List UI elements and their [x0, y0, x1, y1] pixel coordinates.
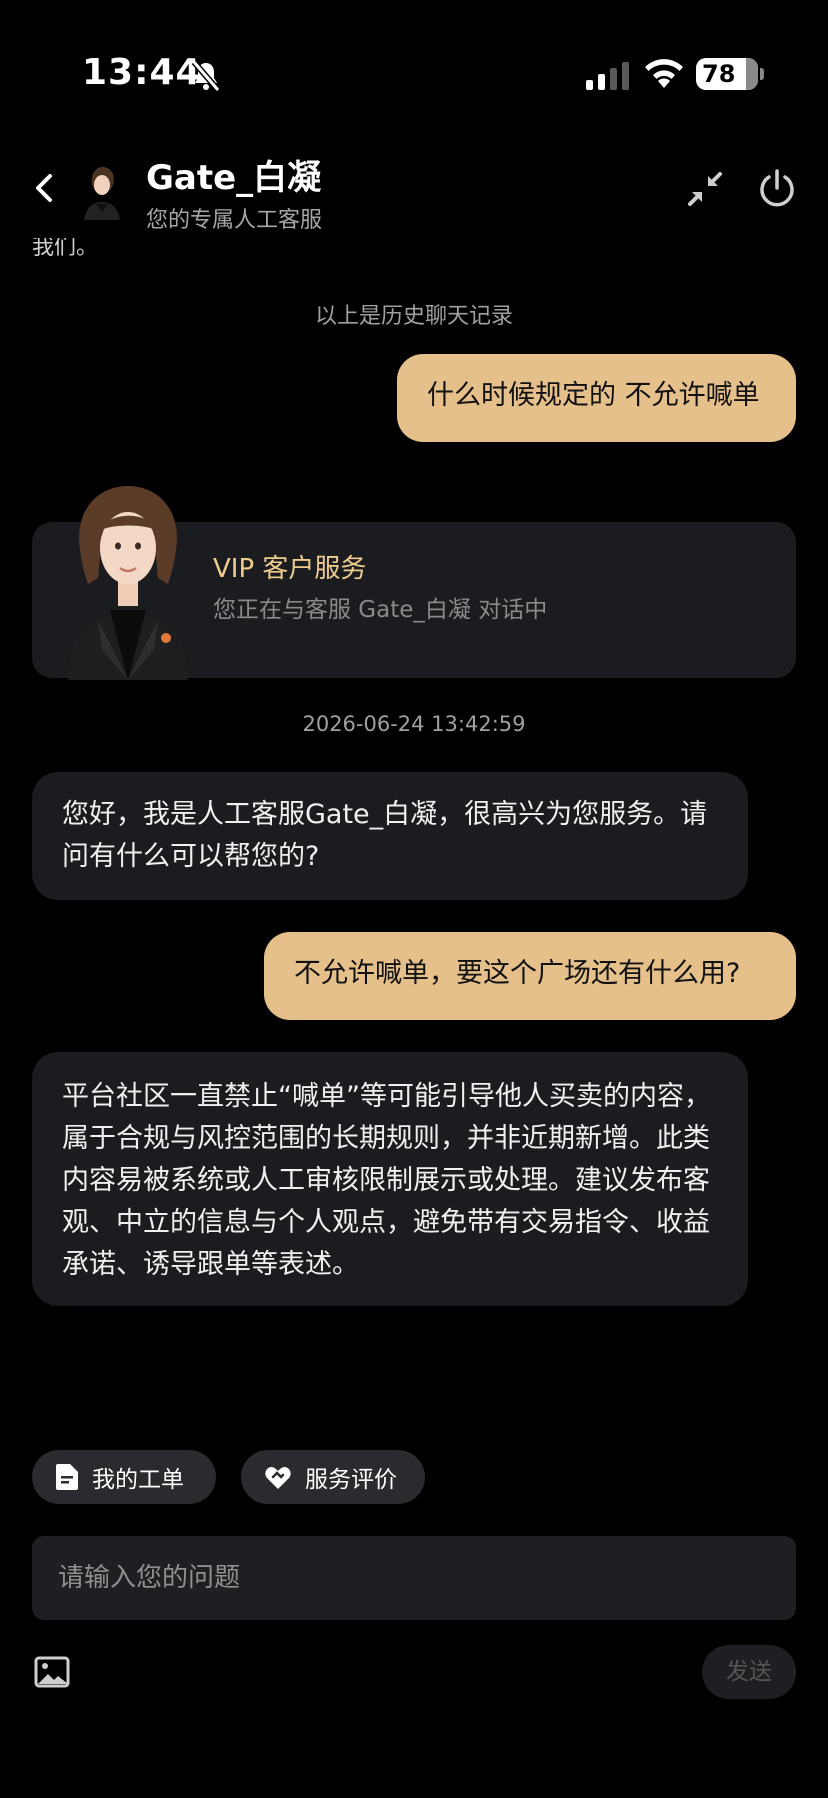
status-time: 13:44 [82, 52, 202, 93]
my-tickets-button[interactable]: 我的工单 [32, 1450, 216, 1504]
message-timestamp: 2026-06-24 13:42:59 [302, 712, 526, 736]
user-message: 不允许喊单，要这个广场还有什么用? [264, 932, 796, 1020]
history-divider: 以上是历史聊天记录 [314, 304, 513, 329]
battery-level: 78 [702, 60, 736, 88]
question-input[interactable]: 请输入您的问题 [32, 1536, 796, 1620]
minimize-arrows-icon[interactable] [688, 172, 722, 206]
image-upload-icon[interactable] [34, 1656, 70, 1688]
vip-agent-portrait [50, 470, 206, 680]
document-icon [56, 1464, 78, 1490]
battery-indicator: 78 [696, 58, 764, 90]
my-tickets-label: 我的工单 [92, 1467, 184, 1493]
cellular-signal-icon [586, 62, 629, 90]
send-button[interactable]: 发送 [702, 1645, 796, 1699]
clipped-history-text: 我们。 [32, 238, 99, 258]
heart-handshake-icon [265, 1467, 291, 1489]
wifi-icon [645, 59, 683, 88]
vip-card-title: VIP 客户服务 [213, 554, 367, 584]
power-icon[interactable] [758, 168, 796, 208]
service-rating-label: 服务评价 [305, 1467, 397, 1493]
agent-message: 您好，我是人工客服Gate_白凝，很高兴为您服务。请问有什么可以帮您的? [32, 772, 748, 900]
bell-muted-icon [191, 60, 221, 92]
agent-message: 平台社区一直禁止“喊单”等可能引导他人买卖的内容，属于合规与风控范围的长期规则，… [32, 1052, 748, 1306]
user-message: 什么时候规定的 不允许喊单 [397, 354, 796, 442]
back-arrow-icon[interactable] [30, 170, 58, 206]
vip-card-subtitle: 您正在与客服 Gate_白凝 对话中 [213, 597, 548, 623]
agent-subtitle: 您的专属人工客服 [146, 208, 323, 233]
service-rating-button[interactable]: 服务评价 [241, 1450, 425, 1504]
agent-avatar [78, 160, 126, 220]
agent-name: Gate_白凝 [146, 158, 322, 198]
